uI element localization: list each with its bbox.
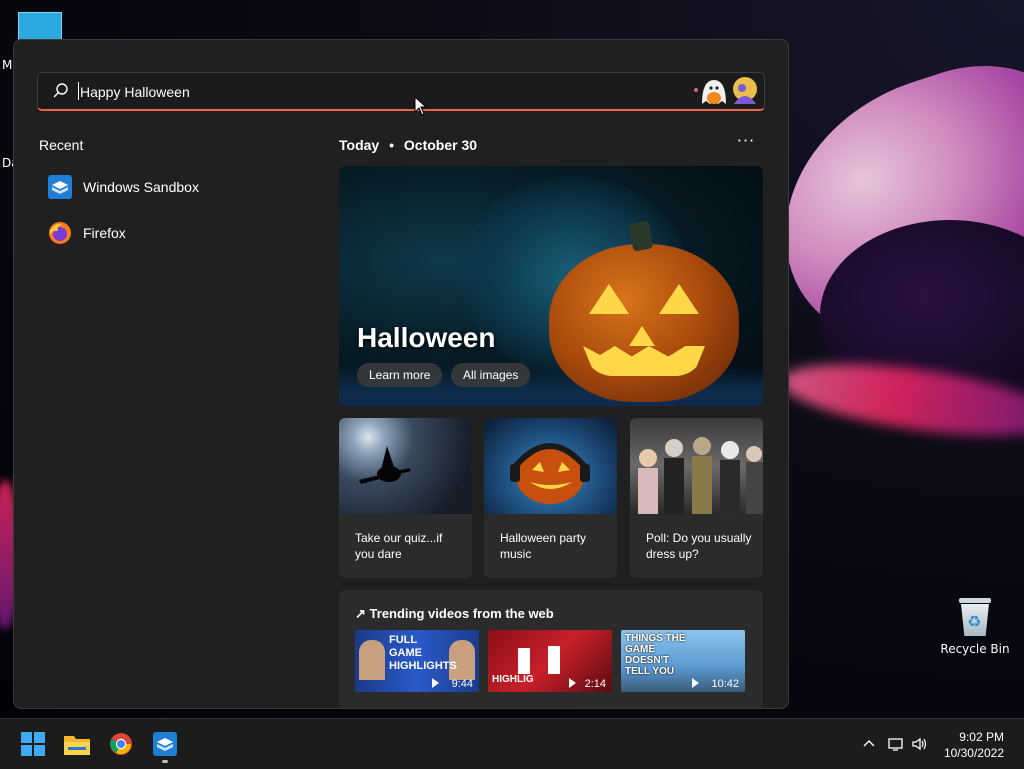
taskbar: 9:02 PM 10/30/2022 <box>0 718 1024 769</box>
recycle-bin-label: Recycle Bin <box>940 642 1010 656</box>
desktop-icon-label: M <box>2 58 13 72</box>
recent-item-label: Firefox <box>83 225 126 241</box>
play-icon <box>569 678 576 688</box>
more-options-button[interactable]: ··· <box>734 132 758 154</box>
recent-item-label: Windows Sandbox <box>83 179 199 195</box>
recent-item-firefox[interactable]: Firefox <box>39 214 279 252</box>
all-images-button[interactable]: All images <box>451 363 531 387</box>
mouse-cursor-icon <box>414 96 428 116</box>
witch-moon-image <box>339 418 472 514</box>
network-icon[interactable] <box>887 735 905 753</box>
recycle-bin-icon: ♻ <box>957 596 993 638</box>
text-caret <box>78 82 79 100</box>
file-explorer-icon <box>64 736 90 755</box>
trending-arrow-icon: ↗ <box>355 606 366 621</box>
video-thumbnail[interactable]: THINGS THE GAME DOESN'T TELL YOU 10:42 <box>621 630 745 692</box>
video-caption: THINGS THE GAME DOESN'T TELL YOU <box>625 633 686 677</box>
card-text: Take our quiz...if you dare <box>355 531 443 561</box>
video-thumbnail[interactable]: HIGHLIG 2:14 <box>488 630 612 692</box>
hero-title: Halloween <box>357 322 496 353</box>
system-clock[interactable]: 9:02 PM 10/30/2022 <box>944 729 1004 761</box>
play-icon <box>432 678 439 688</box>
chrome-icon <box>110 733 132 755</box>
clock-time: 9:02 PM <box>959 730 1004 744</box>
learn-more-button[interactable]: Learn more <box>357 363 443 387</box>
card-party-music[interactable]: Halloween party music <box>484 418 617 578</box>
chevron-up-icon[interactable] <box>860 735 878 753</box>
today-separator: • <box>389 137 394 153</box>
today-label: Today <box>339 137 380 153</box>
card-text: Halloween party music <box>500 531 587 561</box>
windows-sandbox-icon <box>153 732 177 756</box>
search-icon <box>53 83 68 98</box>
video-caption: HIGHLIG <box>492 674 534 685</box>
trending-videos-panel: ↗ Trending videos from the web FULL GAME… <box>339 590 763 708</box>
play-icon <box>692 678 699 688</box>
clock-date: 10/30/2022 <box>943 746 1004 760</box>
start-icon <box>21 732 45 756</box>
halloween-doodle-icon <box>694 77 757 104</box>
today-date: October 30 <box>403 137 478 153</box>
start-menu: Recent Windows Sandbox Firefox Today • O… <box>13 39 789 709</box>
card-quiz[interactable]: Take our quiz...if you dare <box>339 418 472 578</box>
pumpkin-headphones-image <box>484 418 617 514</box>
hero-card-halloween[interactable]: Halloween Learn more All images <box>339 166 763 406</box>
video-thumbnail[interactable]: FULL GAME HIGHLIGHTS 9:44 <box>355 630 479 692</box>
search-input[interactable] <box>78 80 642 104</box>
pumpkin-image <box>549 220 739 402</box>
card-text: Poll: Do you usually dress up? <box>646 531 752 561</box>
windows-sandbox-icon <box>48 175 72 199</box>
recycle-bin[interactable]: ♻ Recycle Bin <box>938 596 1012 656</box>
video-duration: 2:14 <box>584 678 606 690</box>
card-poll[interactable]: Poll: Do you usually dress up? <box>630 418 763 578</box>
firefox-icon <box>48 221 72 245</box>
trending-title: ↗ Trending videos from the web <box>355 606 554 622</box>
volume-icon[interactable] <box>911 735 929 753</box>
file-explorer-button[interactable] <box>57 727 97 761</box>
video-caption: FULL GAME HIGHLIGHTS <box>389 634 457 672</box>
today-heading: Today • October 30 <box>339 137 477 153</box>
recent-heading: Recent <box>39 137 84 153</box>
recent-item-windows-sandbox[interactable]: Windows Sandbox <box>39 168 279 206</box>
search-box[interactable] <box>37 72 765 111</box>
video-duration: 9:44 <box>451 678 473 690</box>
windows-sandbox-taskbar-button[interactable] <box>145 727 185 763</box>
running-indicator <box>162 760 168 763</box>
chrome-button[interactable] <box>101 727 141 761</box>
video-duration: 10:42 <box>711 678 739 690</box>
start-button[interactable] <box>13 727 53 761</box>
trending-title-text: Trending videos from the web <box>369 606 554 621</box>
costume-party-image <box>630 418 763 514</box>
